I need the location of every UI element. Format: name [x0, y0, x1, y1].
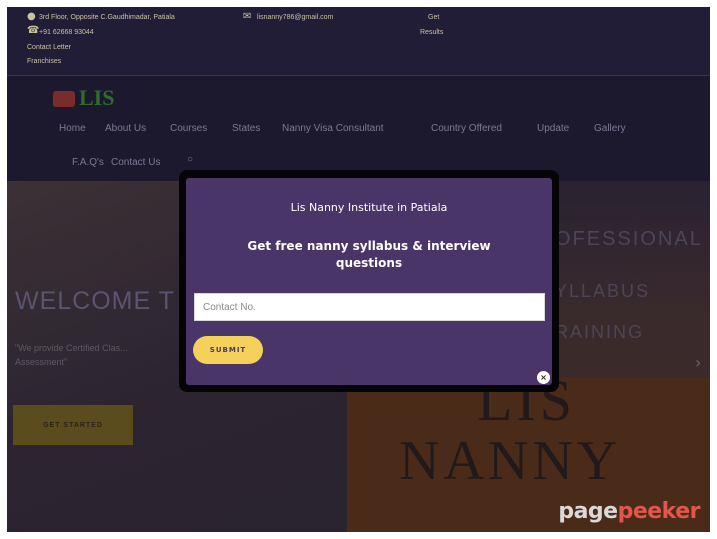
- pagepeeker-watermark: pagepeeker: [558, 499, 700, 524]
- phone-link[interactable]: +91 62668 93044: [39, 29, 94, 36]
- close-icon[interactable]: ×: [537, 371, 550, 384]
- nav-nanny-visa-consultant[interactable]: Nanny Visa Consultant: [282, 123, 384, 134]
- get-results-label-2[interactable]: Results: [420, 29, 443, 36]
- slider-next-arrow-icon[interactable]: ›: [695, 353, 701, 372]
- nav-courses[interactable]: Courses: [170, 123, 207, 134]
- get-started-button[interactable]: GET STARTED: [13, 405, 133, 445]
- mail-icon: ✉: [243, 11, 252, 22]
- nav-contact-us[interactable]: Contact Us: [111, 157, 160, 168]
- lead-popup-modal: Lis Nanny Institute in Patiala Get free …: [186, 178, 552, 385]
- site-logo[interactable]: LIS: [79, 85, 114, 111]
- logo-icon[interactable]: [53, 91, 75, 107]
- browser-viewport: ● 3rd Floor, Opposite C.Gaudhimadar, Pat…: [7, 7, 710, 532]
- submit-button[interactable]: SUBMIT: [193, 336, 263, 364]
- popup-title: Lis Nanny Institute in Patiala: [290, 201, 448, 214]
- location-pin-icon: ●: [27, 11, 36, 22]
- phone-icon: ☎: [27, 25, 40, 36]
- hero-subtitle: "We provide Certified Clas... Assessment…: [15, 343, 128, 367]
- nav-country-offered[interactable]: Country Offered: [431, 123, 502, 134]
- banner-line-syllabus: YLLABUS: [555, 281, 651, 301]
- nav-states[interactable]: States: [232, 123, 260, 134]
- contact-letter-link[interactable]: Contact Letter: [27, 44, 71, 51]
- email-link[interactable]: lisnanny786@gmail.com: [257, 14, 333, 21]
- banner-nanny-text: NANNY: [399, 430, 622, 492]
- nav-about-us[interactable]: About Us: [105, 123, 146, 134]
- nav-faqs[interactable]: F.A.Q's: [72, 157, 104, 168]
- banner-heading: OFESSIONAL N: [555, 228, 710, 250]
- nav-home[interactable]: Home: [59, 123, 86, 134]
- nav-gallery[interactable]: Gallery: [594, 123, 626, 134]
- contact-number-input[interactable]: [194, 293, 545, 321]
- hero-welcome-heading: WELCOME T: [15, 287, 175, 315]
- search-icon[interactable]: ○: [187, 154, 193, 165]
- popup-subtitle: Get free nanny syllabus & interview ques…: [247, 239, 491, 270]
- top-contact-bar: ● 3rd Floor, Opposite C.Gaudhimadar, Pat…: [7, 7, 710, 75]
- banner-line-training: RAINING: [555, 322, 645, 342]
- franchises-link[interactable]: Franchises: [27, 58, 61, 65]
- address-text: 3rd Floor, Opposite C.Gaudhimadar, Patia…: [39, 14, 175, 21]
- get-results-label-1[interactable]: Get: [428, 14, 439, 21]
- nav-update[interactable]: Update: [537, 123, 569, 134]
